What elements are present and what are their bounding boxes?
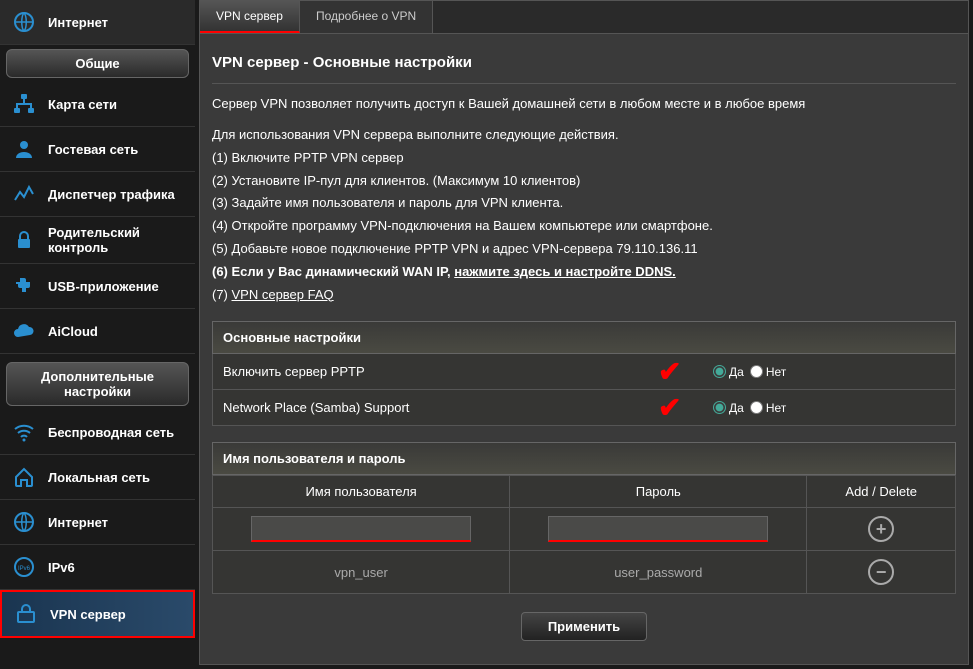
cell-username: vpn_user <box>213 551 510 594</box>
sidebar-item-ipv6[interactable]: IPv6 IPv6 <box>0 545 195 590</box>
credentials-table: Имя пользователя Пароль Add / Delete + v… <box>212 475 956 594</box>
cloud-icon <box>10 317 38 345</box>
apply-button[interactable]: Применить <box>521 612 647 641</box>
username-input[interactable] <box>251 516 471 542</box>
sidebar-item-label: Интернет <box>48 515 108 530</box>
table-row: vpn_user user_password − <box>213 551 956 594</box>
vpn-faq-link[interactable]: VPN сервер FAQ <box>232 287 334 302</box>
tab-about-vpn[interactable]: Подробнее о VPN <box>300 1 433 33</box>
main-panel: VPN сервер Подробнее о VPN VPN сервер - … <box>199 0 969 665</box>
sidebar-item-wireless[interactable]: Беспроводная сеть <box>0 410 195 455</box>
sidebar-section-general: Общие <box>6 49 189 78</box>
tabs: VPN сервер Подробнее о VPN <box>200 1 968 34</box>
wifi-icon <box>10 418 38 446</box>
ipv6-icon: IPv6 <box>10 553 38 581</box>
step-5: (5) Добавьте новое подключение PPTP VPN … <box>212 239 956 260</box>
col-username: Имя пользователя <box>213 476 510 508</box>
sidebar-item-label: Интернет <box>48 15 108 30</box>
step-4: (4) Откройте программу VPN-подключения н… <box>212 216 956 237</box>
col-password: Пароль <box>510 476 807 508</box>
step-1: (1) Включите PPTP VPN сервер <box>212 148 956 169</box>
step-3: (3) Задайте имя пользователя и пароль дл… <box>212 193 956 214</box>
sidebar-item-internet[interactable]: Интернет <box>0 500 195 545</box>
sidebar-item-label: USB-приложение <box>48 279 159 294</box>
check-icon <box>658 391 681 424</box>
table-row-input: + <box>213 508 956 551</box>
label-enable-pptp: Включить сервер PPTP <box>223 364 463 379</box>
step-6-prefix: (6) Если у Вас динамический WAN IP, <box>212 264 454 279</box>
row-samba-support: Network Place (Samba) Support Да Нет <box>212 390 956 426</box>
sidebar-item-label: Диспетчер трафика <box>48 187 175 202</box>
vpn-icon <box>12 600 40 628</box>
step-2: (2) Установите IP-пул для клиентов. (Мак… <box>212 171 956 192</box>
sidebar-item-aicloud[interactable]: AiCloud <box>0 309 195 354</box>
sidebar-item-label: Локальная сеть <box>48 470 150 485</box>
sidebar-item-label: IPv6 <box>48 560 75 575</box>
sidebar-item-label: Беспроводная сеть <box>48 425 174 440</box>
sidebar: Интернет Общие Карта сети Гостевая сеть … <box>0 0 195 669</box>
row-enable-pptp: Включить сервер PPTP Да Нет <box>212 354 956 390</box>
home-icon <box>10 463 38 491</box>
sidebar-item-usb-app[interactable]: USB-приложение <box>0 264 195 309</box>
tab-vpn-server[interactable]: VPN сервер <box>200 1 300 33</box>
sidebar-item-lan[interactable]: Локальная сеть <box>0 455 195 500</box>
network-icon <box>10 90 38 118</box>
sidebar-item-label: Гостевая сеть <box>48 142 138 157</box>
add-button[interactable]: + <box>868 516 894 542</box>
intro-text: Сервер VPN позволяет получить доступ к В… <box>212 96 956 111</box>
page-title: VPN сервер - Основные настройки <box>212 54 956 84</box>
sidebar-item-internet-top[interactable]: Интернет <box>0 0 195 45</box>
svg-text:IPv6: IPv6 <box>18 566 31 572</box>
sidebar-item-traffic-manager[interactable]: Диспетчер трафика <box>0 172 195 217</box>
steps-heading: Для использования VPN сервера выполните … <box>212 125 956 146</box>
sidebar-item-label: Карта сети <box>48 97 117 112</box>
sidebar-item-guest-network[interactable]: Гостевая сеть <box>0 127 195 172</box>
step-7: (7) VPN сервер FAQ <box>212 285 956 306</box>
globe-icon <box>10 8 38 36</box>
radio-samba-no[interactable]: Нет <box>750 401 786 415</box>
sidebar-item-label: VPN сервер <box>50 607 126 622</box>
user-icon <box>10 135 38 163</box>
sidebar-item-vpn-server[interactable]: VPN сервер <box>0 590 195 638</box>
sidebar-item-label: AiCloud <box>48 324 98 339</box>
sidebar-section-advanced: Дополнительные настройки <box>6 362 189 406</box>
radio-samba-yes[interactable]: Да <box>713 401 744 415</box>
step-7-prefix: (7) <box>212 287 232 302</box>
lock-icon <box>10 226 38 254</box>
cell-password: user_password <box>510 551 807 594</box>
sidebar-item-parental-control[interactable]: Родительский контроль <box>0 217 195 264</box>
credentials-header: Имя пользователя и пароль <box>212 442 956 475</box>
password-input[interactable] <box>548 516 768 542</box>
steps-block: Для использования VPN сервера выполните … <box>212 125 956 305</box>
globe-icon <box>10 508 38 536</box>
basic-settings-header: Основные настройки <box>212 321 956 354</box>
ddns-link[interactable]: нажмите здесь и настройте DDNS. <box>454 264 676 279</box>
puzzle-icon <box>10 272 38 300</box>
sidebar-item-label: Родительский контроль <box>48 225 185 255</box>
sidebar-item-network-map[interactable]: Карта сети <box>0 82 195 127</box>
label-samba: Network Place (Samba) Support <box>223 400 463 415</box>
delete-button[interactable]: − <box>868 559 894 585</box>
chart-icon <box>10 180 38 208</box>
radio-pptp-no[interactable]: Нет <box>750 365 786 379</box>
radio-pptp-yes[interactable]: Да <box>713 365 744 379</box>
step-6: (6) Если у Вас динамический WAN IP, нажм… <box>212 262 956 283</box>
check-icon <box>658 355 681 388</box>
col-action: Add / Delete <box>807 476 956 508</box>
